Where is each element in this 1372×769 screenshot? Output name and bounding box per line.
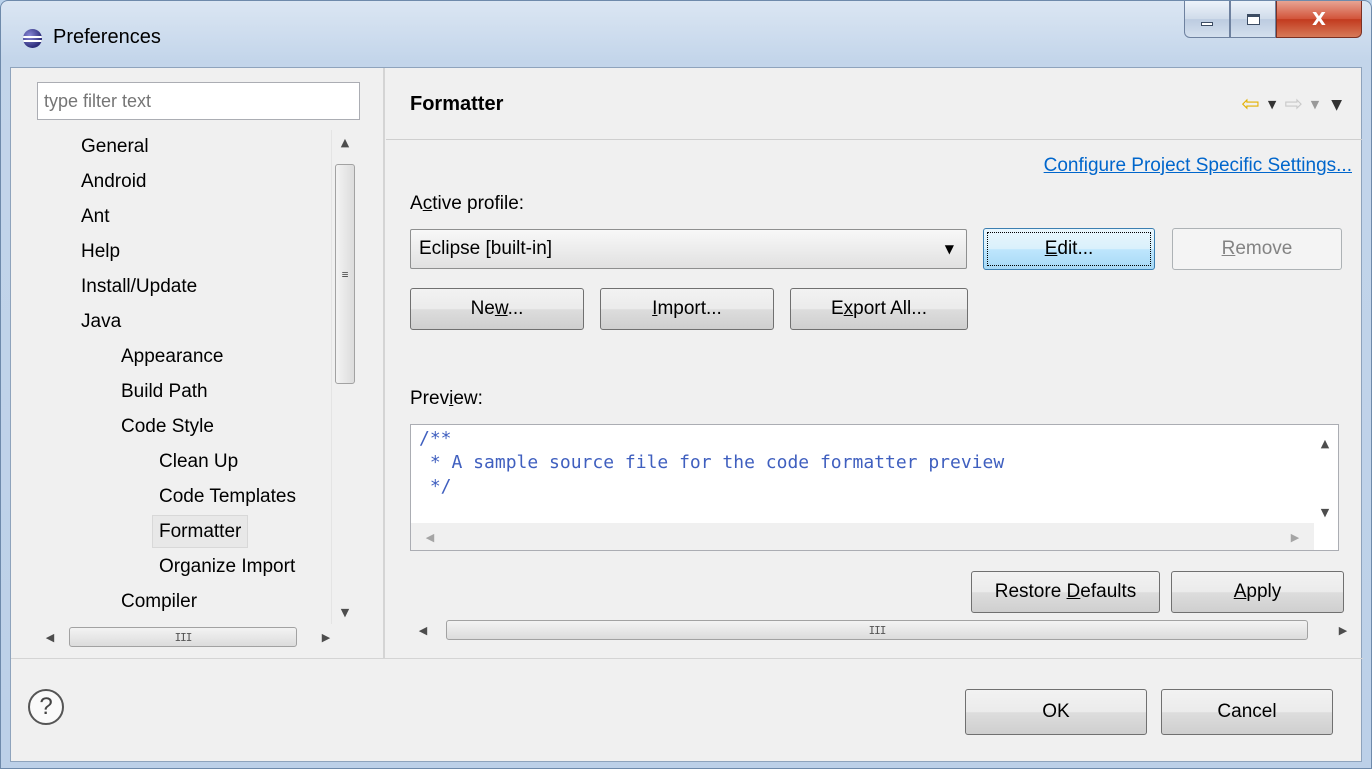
tree-item[interactable]: Install/Update [75, 270, 203, 303]
tree-item[interactable]: Help [75, 235, 126, 268]
page-navigation: ⇦ ▼ ⇨ ▼ ▼ [1241, 92, 1342, 117]
profile-select[interactable]: Eclipse [built-in] ▼ [410, 229, 967, 269]
preference-tree-pane: GeneralAndroidAntHelpInstall/UpdateJavaA… [11, 68, 383, 658]
page-header: Formatter ⇦ ▼ ⇨ ▼ ▼ [386, 68, 1362, 140]
new-profile-button[interactable]: New... [410, 288, 584, 330]
pane-splitter[interactable] [383, 68, 385, 658]
back-history-dropdown-icon[interactable]: ▼ [1268, 98, 1276, 111]
tree-item[interactable]: Appearance [115, 340, 229, 373]
code-line: */ [419, 476, 452, 497]
dialog-body: GeneralAndroidAntHelpInstall/UpdateJavaA… [10, 67, 1363, 763]
code-line: * A sample source file for the code form… [419, 452, 1005, 473]
close-icon: X [1312, 8, 1326, 30]
page-horizontal-scroll-thumb[interactable]: III [446, 620, 1308, 640]
title-bar[interactable]: Preferences X [1, 1, 1371, 67]
window-title: Preferences [53, 26, 161, 48]
tree-vertical-scrollbar[interactable]: ▲ ≡ ▼ [331, 130, 357, 624]
scroll-right-icon[interactable]: ▶ [313, 625, 339, 649]
tree-item[interactable]: Ant [75, 200, 116, 233]
tree-horizontal-scrollbar[interactable]: ◀ III ▶ [37, 624, 357, 650]
scroll-down-icon[interactable]: ▼ [1312, 500, 1338, 524]
formatter-page: Formatter ⇦ ▼ ⇨ ▼ ▼ Configure Project Sp… [386, 68, 1362, 658]
tree-item[interactable]: Compiler [115, 585, 203, 618]
restore-defaults-button[interactable]: Restore Defaults [971, 571, 1160, 613]
scroll-left-icon[interactable]: ◀ [410, 618, 436, 642]
scroll-down-icon[interactable]: ▼ [332, 600, 358, 624]
preferences-window: Preferences X GeneralAndroidAntHelpInsta… [0, 0, 1372, 769]
preference-tree: General Android Ant Help Install/Update Java A… [37, 130, 360, 624]
minimize-button[interactable] [1184, 1, 1230, 38]
forward-arrow-icon[interactable]: ⇨ [1284, 92, 1302, 117]
forward-history-dropdown-icon[interactable]: ▼ [1311, 98, 1319, 111]
tree-item[interactable]: Android [75, 165, 153, 198]
export-all-button[interactable]: Export All... [790, 288, 968, 330]
page-title: Formatter [410, 93, 504, 115]
tree-item[interactable]: Organize Import [153, 550, 301, 583]
apply-button[interactable]: Apply [1171, 571, 1344, 613]
window-controls: X [1184, 1, 1362, 38]
remove-button[interactable]: Remove [1172, 228, 1342, 270]
scroll-left-icon[interactable]: ◀ [37, 625, 63, 649]
scroll-right-icon[interactable]: ▶ [1282, 525, 1308, 549]
code-line: /** [419, 428, 452, 449]
maximize-icon [1246, 13, 1260, 25]
scroll-up-icon[interactable]: ▲ [332, 130, 358, 154]
tree-horizontal-scroll-thumb[interactable]: III [69, 627, 297, 647]
scroll-up-icon[interactable]: ▲ [1312, 431, 1338, 455]
profile-select-value: Eclipse [built-in] [419, 238, 553, 259]
configure-project-settings-link[interactable]: Configure Project Specific Settings... [1044, 155, 1352, 177]
scroll-left-icon[interactable]: ◀ [417, 525, 443, 549]
back-arrow-icon[interactable]: ⇦ [1241, 92, 1259, 117]
code-preview[interactable]: /** * A sample source file for the code … [410, 424, 1339, 551]
ok-button[interactable]: OK [965, 689, 1147, 735]
tree-item[interactable]: General [75, 130, 155, 163]
view-menu-icon[interactable]: ▼ [1331, 97, 1342, 113]
grip-icon: III [868, 623, 887, 637]
tree-item[interactable]: Clean Up [153, 445, 244, 478]
cancel-button-label: Cancel [1217, 701, 1277, 722]
eclipse-icon [23, 29, 42, 48]
tree-vertical-scroll-thumb[interactable]: ≡ [335, 164, 355, 384]
close-button[interactable]: X [1276, 1, 1362, 38]
tree-item[interactable]: Build Path [115, 375, 214, 408]
filter-input[interactable] [37, 82, 360, 120]
grip-icon: III [174, 630, 193, 644]
chevron-down-icon: ▼ [944, 242, 954, 256]
minimize-icon [1201, 22, 1213, 26]
dialog-button-bar: ? OK Cancel [11, 658, 1363, 763]
preview-code: /** * A sample source file for the code … [419, 427, 1004, 499]
import-profile-button[interactable]: Import... [600, 288, 774, 330]
ok-button-label: OK [1042, 701, 1070, 722]
maximize-button[interactable] [1230, 1, 1276, 38]
tree-item[interactable]: Code Templates [153, 480, 302, 513]
cancel-button[interactable]: Cancel [1161, 689, 1333, 735]
tree-item[interactable]: Code Style [115, 410, 220, 443]
preview-label: Preview: [410, 388, 483, 409]
help-icon[interactable]: ? [28, 689, 64, 725]
tree-item[interactable]: Java [75, 305, 127, 338]
active-profile-label: Active profile: [410, 193, 525, 214]
page-horizontal-scrollbar[interactable]: ◀ III ▶ [410, 617, 1356, 643]
preview-vertical-scrollbar[interactable]: ▲ ▼ [1312, 425, 1338, 524]
scroll-right-icon[interactable]: ▶ [1330, 618, 1356, 642]
tree-item[interactable]: Formatter [152, 515, 249, 548]
edit-button[interactable]: Edit... [983, 228, 1155, 270]
preview-horizontal-scrollbar[interactable]: ◀ ▶ [411, 523, 1314, 550]
grip-icon: ≡ [341, 267, 349, 281]
